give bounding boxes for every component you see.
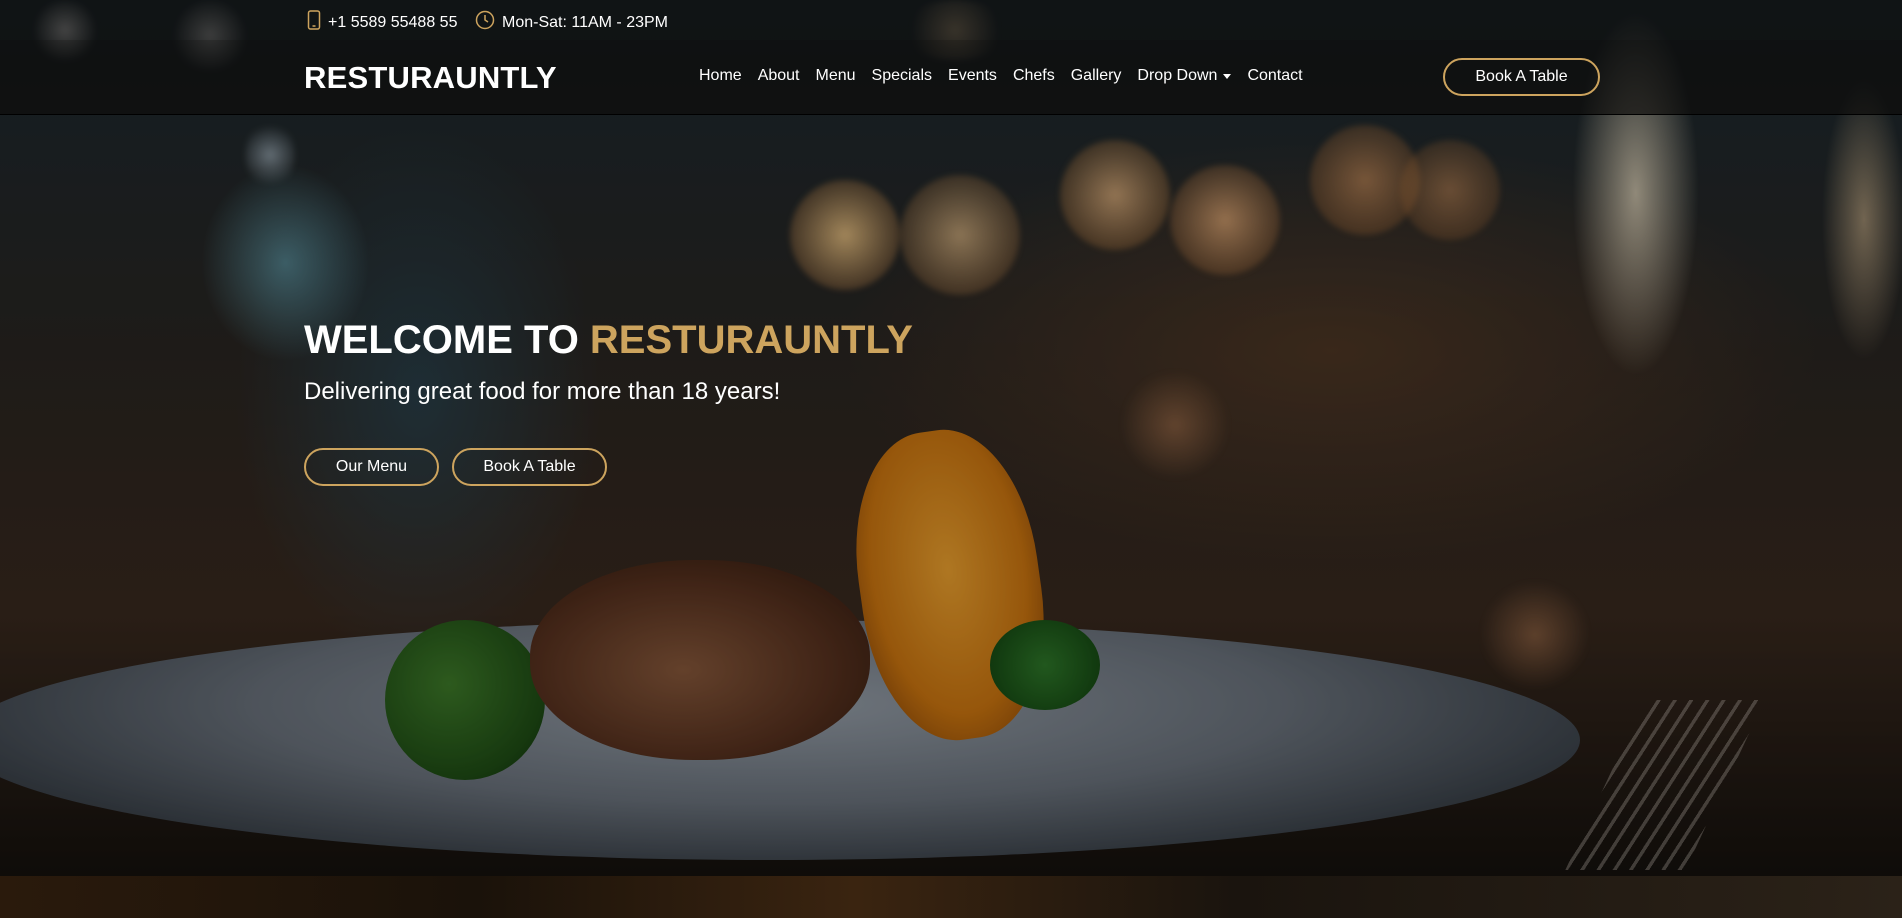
main-navbar: RESTURAUNTLY Home About Menu Specials Ev… — [0, 40, 1902, 115]
hero-title-brand: RESTURAUNTLY — [589, 318, 913, 362]
hero-overlay — [0, 0, 1902, 876]
nav-specials[interactable]: Specials — [872, 67, 932, 85]
mobile-phone-icon — [307, 10, 321, 35]
nav-events[interactable]: Events — [948, 67, 997, 85]
hero-book-table-button[interactable]: Book A Table — [452, 448, 607, 486]
hero-background — [0, 0, 1902, 876]
hours-info: Mon-Sat: 11AM - 23PM — [475, 10, 668, 35]
nav-dropdown-label: Drop Down — [1137, 67, 1218, 84]
nav-menu[interactable]: Menu — [816, 67, 856, 85]
top-info-bar: +1 5589 55488 55 Mon-Sat: 11AM - 23PM — [0, 0, 1902, 40]
nav-gallery[interactable]: Gallery — [1071, 67, 1122, 85]
main-nav: Home About Menu Specials Events Chefs Ga… — [699, 67, 1303, 85]
clock-icon — [475, 10, 495, 35]
navbar-book-table-button[interactable]: Book A Table — [1443, 58, 1600, 96]
nav-dropdown[interactable]: Drop Down — [1137, 67, 1232, 85]
hero-title-prefix: WELCOME TO — [304, 318, 590, 362]
nav-about[interactable]: About — [758, 67, 800, 85]
nav-chefs[interactable]: Chefs — [1013, 67, 1055, 85]
hero-title: WELCOME TO RESTURAUNTLY — [304, 318, 913, 363]
next-section-preview — [0, 876, 1902, 918]
hero-subtitle: Delivering great food for more than 18 y… — [304, 378, 781, 405]
phone-number: +1 5589 55488 55 — [328, 13, 458, 31]
nav-contact[interactable]: Contact — [1247, 67, 1302, 85]
caret-down-icon — [1223, 73, 1232, 79]
opening-hours: Mon-Sat: 11AM - 23PM — [502, 13, 668, 31]
our-menu-button[interactable]: Our Menu — [304, 448, 439, 486]
nav-home[interactable]: Home — [699, 67, 742, 85]
site-logo[interactable]: RESTURAUNTLY — [304, 60, 557, 96]
phone-info: +1 5589 55488 55 — [307, 10, 457, 35]
